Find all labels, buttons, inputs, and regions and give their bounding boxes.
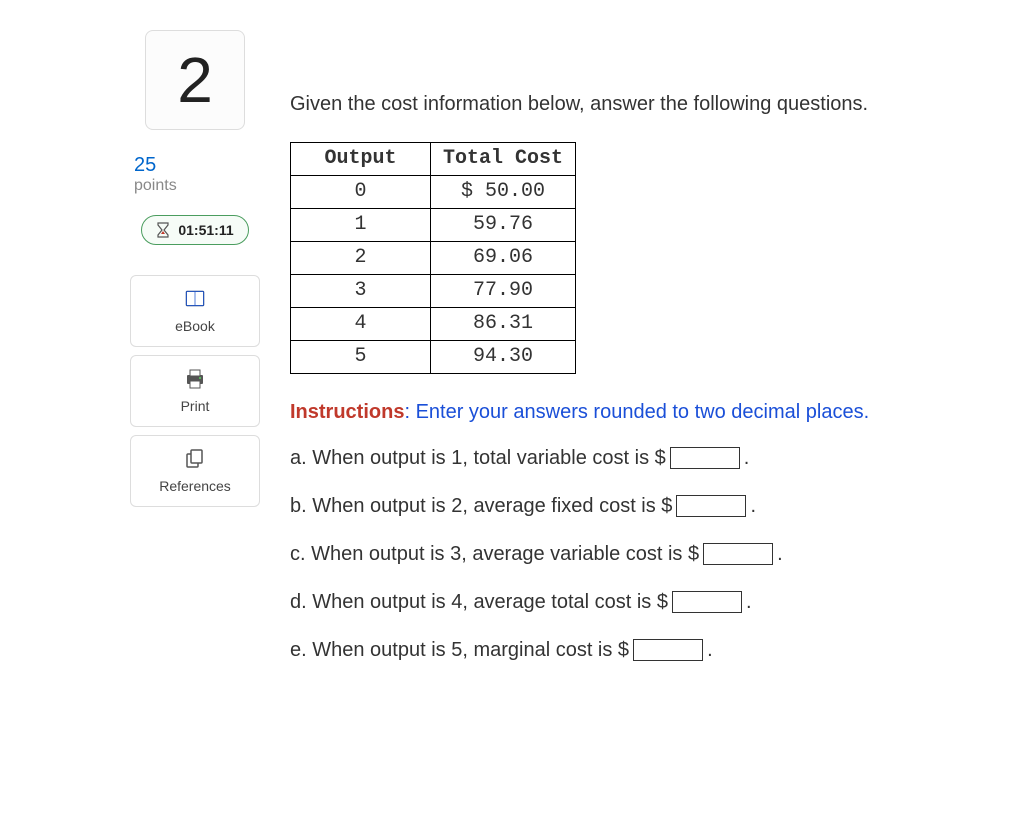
copy-icon	[184, 448, 206, 470]
table-cell: 4	[291, 308, 431, 341]
table-row: 3 77.90	[291, 275, 576, 308]
answer-input-b[interactable]	[676, 495, 746, 517]
print-button[interactable]: Print	[130, 355, 260, 427]
question-c-pre: c. When output is 3, average variable co…	[290, 540, 699, 568]
question-a-pre: a. When output is 1, total variable cost…	[290, 444, 666, 472]
points-value: 25	[134, 154, 177, 177]
question-c: c. When output is 3, average variable co…	[290, 540, 1004, 568]
question-a: a. When output is 1, total variable cost…	[290, 444, 1004, 472]
table-cell: 77.90	[431, 275, 576, 308]
question-a-post: .	[744, 444, 750, 472]
table-cell: $ 50.00	[431, 176, 576, 209]
question-b-pre: b. When output is 2, average fixed cost …	[290, 492, 672, 520]
instructions: Instructions: Enter your answers rounded…	[290, 398, 1004, 426]
question-number: 2	[177, 43, 213, 117]
table-row: 2 69.06	[291, 242, 576, 275]
instructions-text: : Enter your answers rounded to two deci…	[404, 401, 869, 423]
question-d-pre: d. When output is 4, average total cost …	[290, 588, 668, 616]
intro-text: Given the cost information below, answer…	[290, 90, 1004, 118]
table-cell: 0	[291, 176, 431, 209]
table-cell: 59.76	[431, 209, 576, 242]
table-row: 4 86.31	[291, 308, 576, 341]
page-container: 2 25 points 01:51:11	[0, 0, 1024, 704]
question-e-post: .	[707, 636, 713, 664]
table-row: 1 59.76	[291, 209, 576, 242]
references-button[interactable]: References	[130, 435, 260, 507]
instructions-label: Instructions	[290, 401, 404, 423]
sidebar: 2 25 points 01:51:11	[130, 30, 260, 684]
points-label: points	[134, 177, 177, 195]
table-cell: 5	[291, 341, 431, 374]
points-block: 25 points	[134, 154, 177, 195]
ebook-button[interactable]: eBook	[130, 275, 260, 347]
question-d-post: .	[746, 588, 752, 616]
question-e-pre: e. When output is 5, marginal cost is $	[290, 636, 629, 664]
printer-icon	[184, 368, 206, 390]
col-header-totalcost: Total Cost	[431, 143, 576, 176]
timer-pill: 01:51:11	[141, 215, 248, 245]
references-label: References	[159, 478, 231, 494]
table-cell: 94.30	[431, 341, 576, 374]
table-row: 0 $ 50.00	[291, 176, 576, 209]
main-content: Given the cost information below, answer…	[290, 30, 1004, 684]
table-cell: 1	[291, 209, 431, 242]
answer-input-c[interactable]	[703, 543, 773, 565]
hourglass-icon	[156, 222, 170, 238]
ebook-label: eBook	[175, 318, 215, 334]
question-e: e. When output is 5, marginal cost is $ …	[290, 636, 1004, 664]
print-label: Print	[181, 398, 210, 414]
table-cell: 86.31	[431, 308, 576, 341]
question-b-post: .	[750, 492, 756, 520]
table-cell: 3	[291, 275, 431, 308]
cost-table: Output Total Cost 0 $ 50.00 1 59.76 2 69…	[290, 142, 576, 374]
table-cell: 2	[291, 242, 431, 275]
table-row: 5 94.30	[291, 341, 576, 374]
question-c-post: .	[777, 540, 783, 568]
table-cell: 69.06	[431, 242, 576, 275]
question-number-box: 2	[145, 30, 245, 130]
tool-buttons: eBook Print	[130, 275, 260, 507]
answer-input-e[interactable]	[633, 639, 703, 661]
table-header-row: Output Total Cost	[291, 143, 576, 176]
answer-input-a[interactable]	[670, 447, 740, 469]
answer-input-d[interactable]	[672, 591, 742, 613]
question-d: d. When output is 4, average total cost …	[290, 588, 1004, 616]
timer-text: 01:51:11	[178, 222, 233, 238]
col-header-output: Output	[291, 143, 431, 176]
book-icon	[184, 288, 206, 310]
question-b: b. When output is 2, average fixed cost …	[290, 492, 1004, 520]
